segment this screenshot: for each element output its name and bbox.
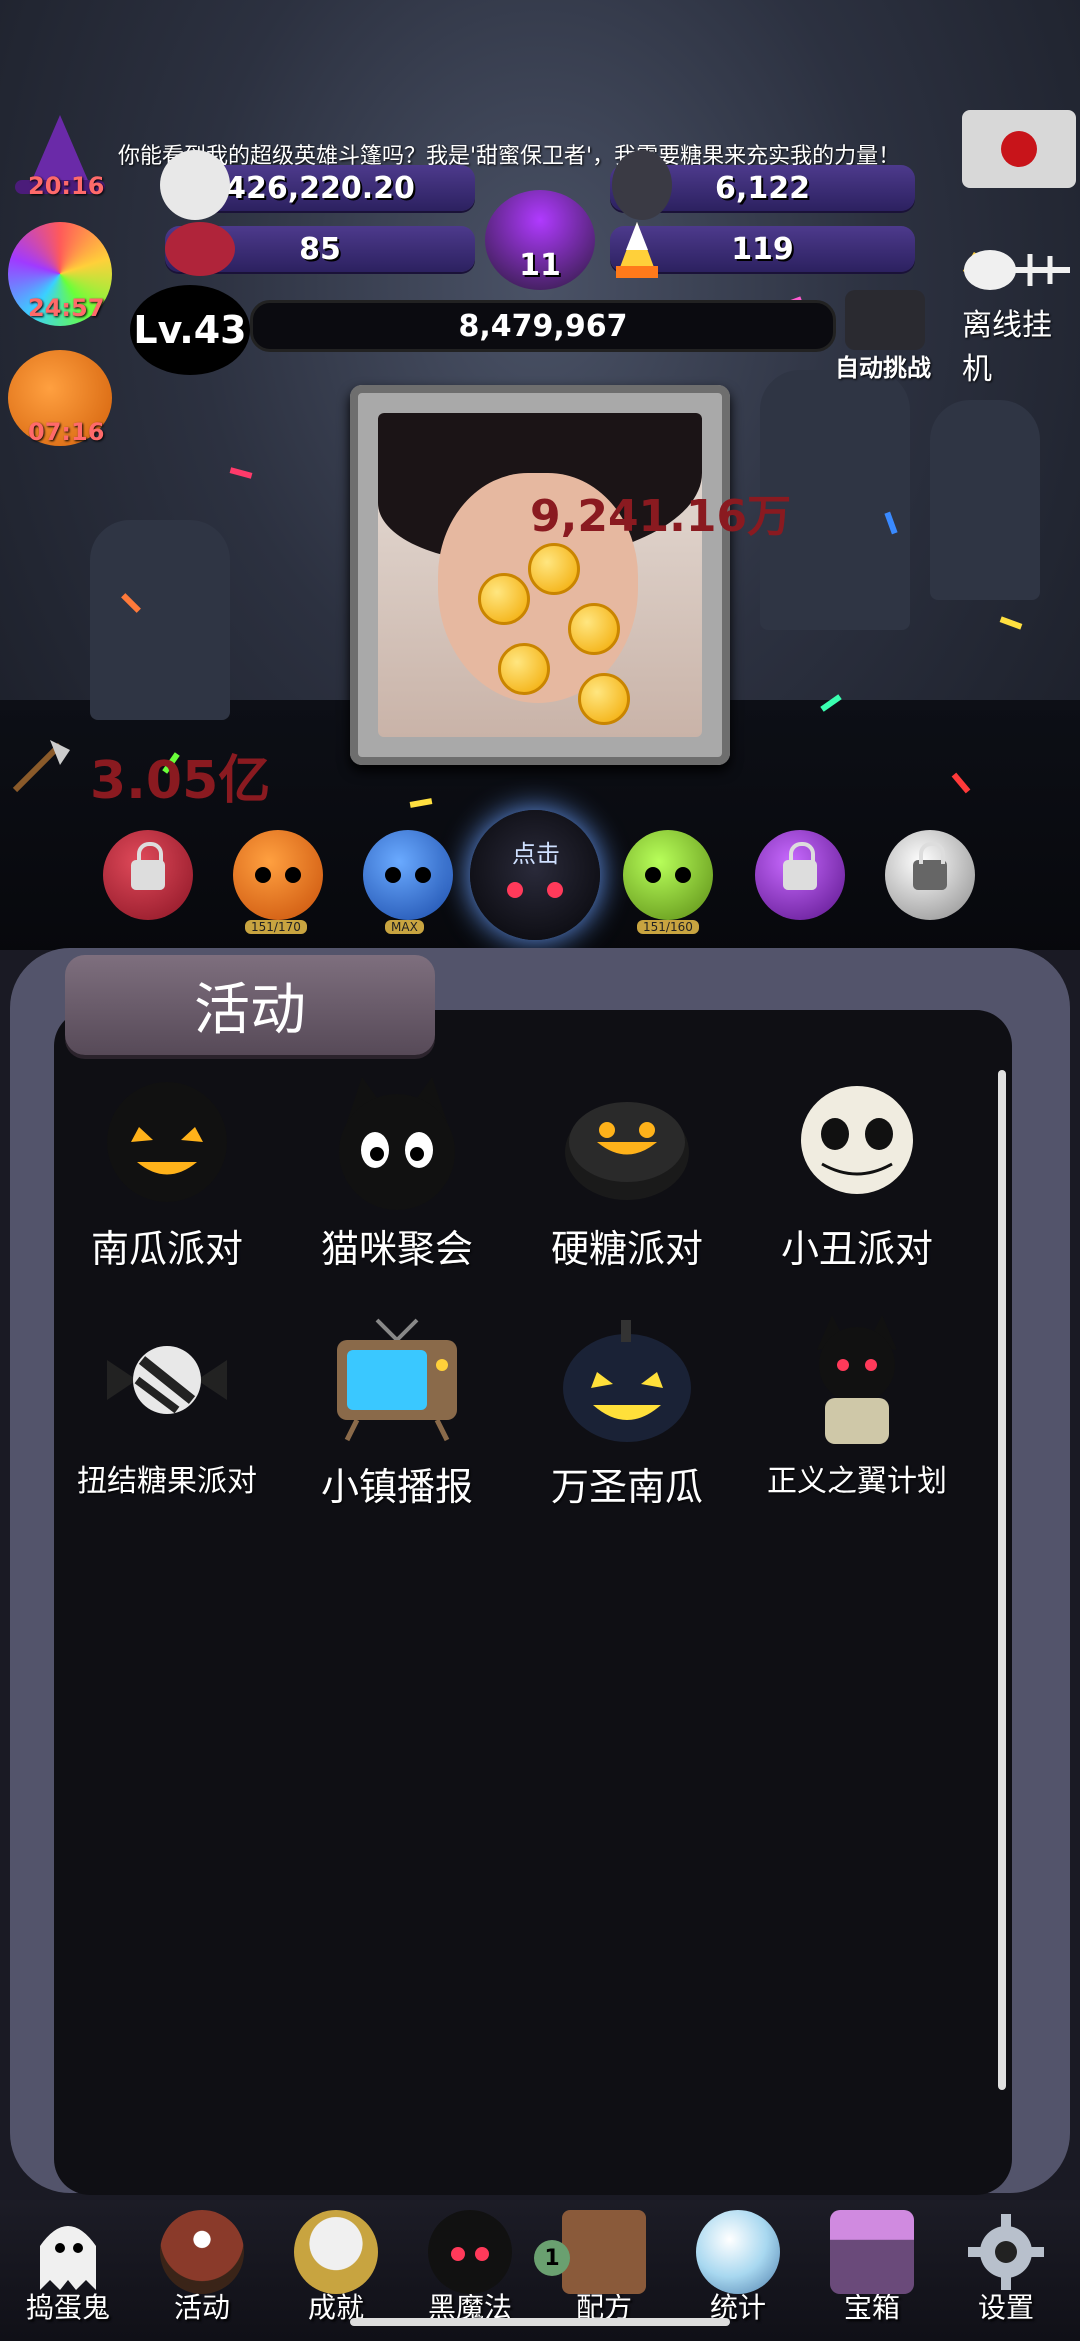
candy-corn-icon <box>612 218 662 282</box>
xp-value: 8,479,967 <box>458 308 628 344</box>
eyeball-cupcake-icon <box>160 2210 244 2294</box>
fish-bone-icon[interactable] <box>960 240 1075 300</box>
mail-icon[interactable] <box>962 110 1076 188</box>
activity-town-broadcast[interactable]: 小镇播报 <box>292 1310 502 1511</box>
activity-label: 小镇播报 <box>320 1465 473 1509</box>
level-badge: Lv.43 <box>130 285 250 375</box>
tv-icon <box>327 1310 467 1450</box>
wax-seal-icon <box>1001 131 1037 167</box>
monster-purple-locked[interactable] <box>755 830 845 920</box>
activity-halloween-pumpkin[interactable]: 万圣南瓜 <box>522 1310 732 1511</box>
offline-idle-label[interactable]: 离线挂机 <box>962 300 1080 388</box>
wrapped-candy-icon <box>97 1310 237 1450</box>
recipe-badge: 1 <box>534 2240 570 2276</box>
nav-black-magic[interactable]: 黑魔法 <box>410 2210 530 2326</box>
monster-silver-locked[interactable] <box>885 830 975 920</box>
monster-blue-progress: MAX <box>385 920 424 934</box>
activity-clown-party[interactable]: 小丑派对 <box>752 1072 962 1273</box>
coin-icon <box>528 543 580 595</box>
candy-timer: 24:57 <box>28 294 105 322</box>
xp-bar: 8,479,967 <box>250 300 836 352</box>
activity-wrapped-candy-party[interactable]: 扭结糖果派对 <box>62 1310 272 1500</box>
axe-icon <box>5 735 75 795</box>
coin-icon <box>498 643 550 695</box>
pumpkin-timer: 07:16 <box>28 418 105 446</box>
black-cat-icon <box>327 1072 467 1212</box>
recipe-book-icon <box>562 2210 646 2294</box>
witch-timer: 20:16 <box>28 172 105 200</box>
monster-green[interactable] <box>623 830 713 920</box>
auto-challenge-button[interactable]: 自动挑战 <box>835 348 931 383</box>
nav-achievements[interactable]: 成就 <box>276 2210 396 2326</box>
activity-label: 硬糖派对 <box>550 1227 703 1271</box>
activity-cat-party[interactable]: 猫咪聚会 <box>292 1072 502 1273</box>
monster-face <box>645 867 691 883</box>
hard-candy-icon <box>557 1072 697 1212</box>
gear-icon <box>964 2210 1048 2294</box>
boss-portrait[interactable] <box>350 385 730 765</box>
monster-black-cat[interactable] <box>470 810 600 940</box>
monster-face <box>507 882 563 898</box>
ghost-icon <box>26 2210 110 2294</box>
monster-red-locked[interactable] <box>103 830 193 920</box>
home-indicator <box>350 2318 730 2326</box>
nav-statistics[interactable]: 统计 <box>678 2210 798 2326</box>
treasure-chest-icon <box>830 2210 914 2294</box>
lock-icon <box>783 842 817 890</box>
activity-hard-candy-party[interactable]: 硬糖派对 <box>522 1072 732 1273</box>
activity-label: 扭结糖果派对 <box>77 1464 257 1499</box>
cauldron-icon[interactable]: 11 <box>485 190 595 290</box>
activity-label: 南瓜派对 <box>90 1227 243 1271</box>
monster-blue[interactable] <box>363 830 453 920</box>
activity-label: 小丑派对 <box>780 1227 933 1271</box>
stat-bow-skull-value: 85 <box>299 231 341 267</box>
winged-bat-icon <box>787 1310 927 1450</box>
skull-trophy-icon <box>294 2210 378 2294</box>
character-image <box>378 413 702 737</box>
activity-label: 万圣南瓜 <box>550 1465 703 1509</box>
coin-icon <box>578 673 630 725</box>
coin-icon <box>568 603 620 655</box>
tombstone <box>930 400 1040 600</box>
stat-candy-corn-value: 119 <box>731 231 794 267</box>
crystal-ball-icon <box>696 2210 780 2294</box>
tap-label: 点击 <box>512 840 560 868</box>
activity-label: 正义之翼计划 <box>767 1464 947 1499</box>
monster-orange-progress: 151/170 <box>245 920 307 934</box>
nav-tricksters[interactable]: 捣蛋鬼 <box>8 2210 128 2326</box>
auto-challenge-icon[interactable] <box>845 290 925 350</box>
nav-recipes[interactable]: 1 配方 <box>534 2210 664 2326</box>
demon-cat-icon <box>428 2210 512 2294</box>
halloween-pumpkin-icon <box>557 1310 697 1450</box>
activity-justice-wings-plan[interactable]: 正义之翼计划 <box>752 1310 962 1500</box>
lock-icon <box>913 842 947 890</box>
nav-activities[interactable]: 活动 <box>142 2210 262 2326</box>
damage-float-text: 9,241.16万 <box>530 491 792 542</box>
skull-candy-icon <box>160 150 230 220</box>
nav-treasure[interactable]: 宝箱 <box>812 2210 932 2326</box>
stat-skull-bottle-value: 6,122 <box>715 170 810 206</box>
cauldron-count: 11 <box>519 247 561 283</box>
activity-label: 猫咪聚会 <box>320 1227 473 1271</box>
clown-skull-icon <box>787 1072 927 1212</box>
tombstone <box>90 520 230 720</box>
monster-selector: 151/170 MAX 点击 151/160 <box>0 810 1080 950</box>
lock-icon <box>131 842 165 890</box>
monster-face <box>255 867 301 883</box>
nav-settings[interactable]: 设置 <box>946 2210 1066 2326</box>
jack-o-lantern-icon <box>97 1072 237 1212</box>
panel-scrollbar[interactable] <box>998 1070 1006 2090</box>
stat-skull-candy-value: 426,220.20 <box>225 170 415 206</box>
monster-green-progress: 151/160 <box>637 920 699 934</box>
bow-skull-icon <box>165 222 235 276</box>
monster-orange[interactable] <box>233 830 323 920</box>
skull-bottle-icon <box>612 150 672 220</box>
coin-icon <box>478 573 530 625</box>
panel-title: 活动 <box>65 955 435 1055</box>
activity-pumpkin-party[interactable]: 南瓜派对 <box>62 1072 272 1273</box>
damage-left-text: 3.05亿 <box>90 751 271 811</box>
monster-face <box>385 867 431 883</box>
